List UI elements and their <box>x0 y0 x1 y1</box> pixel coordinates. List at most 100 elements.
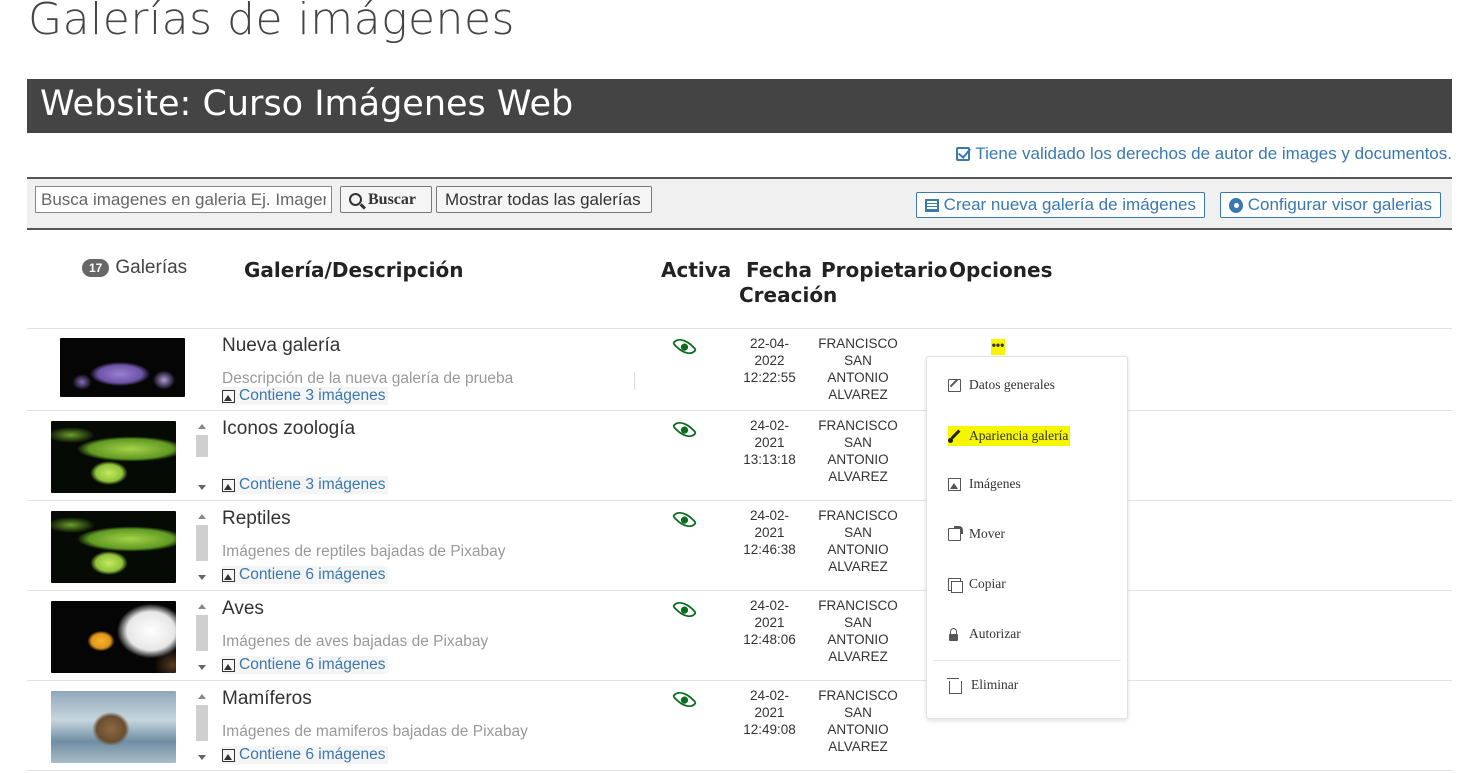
scroll-thumb[interactable] <box>196 615 208 651</box>
menu-item-label: Apariencia galería <box>969 428 1069 443</box>
search-button[interactable]: Buscar <box>340 186 432 213</box>
search-icon <box>349 193 362 206</box>
gallery-title[interactable]: Iconos zoología <box>222 418 355 440</box>
owner: FRANCISCO SAN ANTONIO ALVAREZ <box>810 597 906 665</box>
gallery-thumbnail-snake[interactable] <box>51 421 176 493</box>
eye-icon[interactable] <box>671 506 698 533</box>
image-icon <box>948 477 961 491</box>
image-icon <box>222 658 235 672</box>
owner-line: ALVAREZ <box>828 559 888 574</box>
scroll-down-arrow-icon[interactable] <box>198 575 206 580</box>
menu-item-gallery-appearance[interactable]: Apariencia galería <box>948 426 1071 446</box>
menu-item-move[interactable]: Mover <box>948 525 1005 542</box>
table-row: Iconos zoología Contiene 3 imágenes 24-0… <box>27 411 1452 501</box>
gallery-image-count-link[interactable]: Contiene 6 imágenes <box>222 566 388 584</box>
date-day-month: 24-02- <box>749 418 790 433</box>
owner-line: SAN <box>844 615 872 630</box>
scroll-down-arrow-icon[interactable] <box>198 665 206 670</box>
scroll-down-arrow-icon[interactable] <box>198 755 206 760</box>
scroll-thumb[interactable] <box>196 705 208 741</box>
image-count-text: Contiene 6 imágenes <box>239 566 386 583</box>
rights-note[interactable]: Tiene validado los derechos de autor de … <box>956 144 1452 164</box>
creation-date: 24-02- 2021 12:49:08 <box>732 687 807 738</box>
rights-note-text: Tiene validado los derechos de autor de … <box>975 144 1452 163</box>
scroll-down-arrow-icon[interactable] <box>198 485 206 490</box>
image-count-text: Contiene 6 imágenes <box>239 746 386 763</box>
menu-item-copy[interactable]: Copiar <box>948 576 1006 593</box>
gallery-title[interactable]: Aves <box>222 598 264 620</box>
gallery-description: Imágenes de mamiferos bajadas de Pixabay <box>222 723 528 740</box>
owner-line: ALVAREZ <box>828 649 888 664</box>
gallery-thumbnail-eagle[interactable] <box>51 601 176 673</box>
owner-line: SAN <box>844 525 872 540</box>
count-badge: 17 <box>82 259 110 277</box>
date-year: 2021 <box>754 615 785 630</box>
search-input[interactable] <box>35 186 332 213</box>
owner-line: ANTONIO <box>827 542 889 557</box>
creation-date: 24-02- 2021 12:46:38 <box>732 507 807 558</box>
unlock-icon <box>948 627 961 641</box>
eye-icon[interactable] <box>671 686 698 713</box>
description-scrollbar[interactable] <box>195 421 209 493</box>
image-icon <box>222 748 235 762</box>
gallery-image-count-link[interactable]: Contiene 6 imágenes <box>222 746 388 764</box>
table-row: Reptiles Imágenes de reptiles bajadas de… <box>27 501 1452 591</box>
scroll-up-arrow-icon[interactable] <box>198 604 206 609</box>
gallery-title[interactable]: Reptiles <box>222 508 291 530</box>
show-all-galleries-button[interactable]: Mostrar todas las galerías <box>436 186 652 213</box>
eye-icon[interactable] <box>671 333 698 360</box>
menu-item-authorize[interactable]: Autorizar <box>948 626 1021 642</box>
gallery-thumbnail-bear[interactable] <box>51 691 176 763</box>
configure-viewer-label: Configurar visor galerias <box>1247 195 1432 214</box>
gallery-thumbnail-flowers[interactable] <box>60 338 185 397</box>
gallery-image-count-link[interactable]: Contiene 3 imágenes <box>222 387 388 405</box>
owner-line: FRANCISCO <box>818 598 898 613</box>
date-time: 12:46:38 <box>743 542 796 557</box>
owner-line: FRANCISCO <box>818 508 898 523</box>
gallery-title[interactable]: Nueva galería <box>222 335 340 357</box>
description-scrollbar[interactable] <box>195 511 209 583</box>
count-label: Galerías <box>115 257 188 278</box>
checked-box-icon <box>956 147 971 161</box>
date-time: 12:48:06 <box>743 632 796 647</box>
owner-line: FRANCISCO <box>818 336 898 351</box>
date-day-month: 22-04- <box>749 336 790 351</box>
menu-item-delete[interactable]: Eliminar <box>947 677 1018 694</box>
image-count-text: Contiene 6 imágenes <box>239 656 386 673</box>
gallery-thumbnail-reptile[interactable] <box>51 511 176 583</box>
scroll-up-arrow-icon[interactable] <box>198 514 206 519</box>
gallery-image-count-link[interactable]: Contiene 6 imágenes <box>222 656 388 674</box>
date-year: 2021 <box>754 525 785 540</box>
scroll-thumb[interactable] <box>196 525 208 561</box>
date-year: 2022 <box>754 353 785 368</box>
list-icon <box>925 198 939 212</box>
configure-viewer-button[interactable]: Configurar visor galerias <box>1220 192 1441 218</box>
owner-line: FRANCISCO <box>818 688 898 703</box>
image-icon <box>222 478 235 492</box>
paintbrush-icon <box>948 430 961 443</box>
owner: FRANCISCO SAN ANTONIO ALVAREZ <box>810 687 906 755</box>
scroll-thumb[interactable] <box>196 435 208 457</box>
options-menu-trigger[interactable]: ••• <box>991 339 1005 355</box>
scroll-up-arrow-icon[interactable] <box>198 694 206 699</box>
owner: FRANCISCO SAN ANTONIO ALVAREZ <box>810 417 906 485</box>
scroll-up-arrow-icon[interactable] <box>198 424 206 429</box>
menu-item-general-data[interactable]: Datos generales <box>948 377 1055 393</box>
edit-icon <box>948 378 961 392</box>
description-scrollbar[interactable] <box>195 601 209 673</box>
menu-item-images[interactable]: Imágenes <box>948 476 1021 492</box>
gallery-title[interactable]: Mamíferos <box>222 688 312 710</box>
gallery-image-count-link[interactable]: Contiene 3 imágenes <box>222 476 388 494</box>
image-icon <box>222 568 235 582</box>
description-scrollbar[interactable] <box>195 691 209 763</box>
date-year: 2021 <box>754 435 785 450</box>
owner-line: SAN <box>844 353 872 368</box>
menu-item-label: Datos generales <box>969 377 1055 392</box>
menu-item-label: Copiar <box>969 576 1006 591</box>
menu-item-label: Imágenes <box>969 476 1021 491</box>
eye-icon[interactable] <box>671 416 698 443</box>
eye-icon[interactable] <box>671 596 698 623</box>
create-gallery-button[interactable]: Crear nueva galería de imágenes <box>916 192 1205 218</box>
owner-line: ALVAREZ <box>828 387 888 402</box>
date-time: 12:49:08 <box>743 722 796 737</box>
